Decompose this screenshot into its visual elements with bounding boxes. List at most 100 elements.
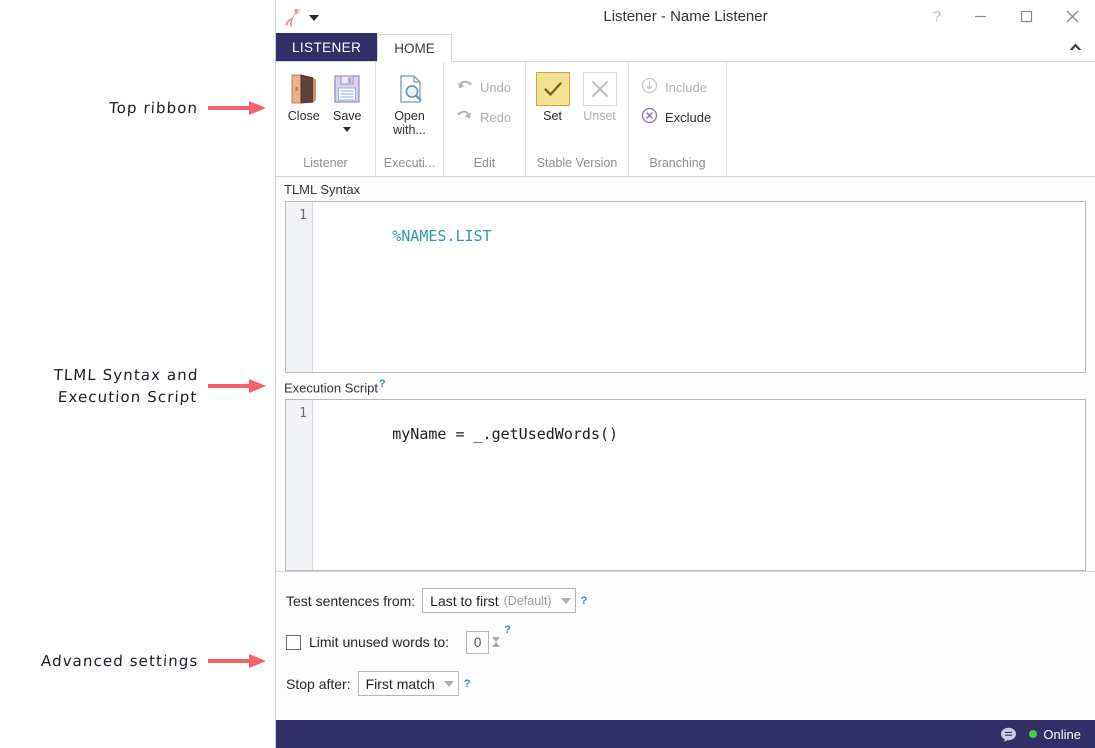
ribbon-group-label-execution: Executi... [383,156,436,170]
limit-unused-words-input[interactable]: 0 [466,630,490,654]
annotation-arrow-icon [208,379,266,393]
execution-script-pane-label: Execution Script? [276,373,1095,400]
advanced-settings-panel: Test sentences from: Last to first (Defa… [276,571,1095,720]
redo-arrow-icon [456,108,473,126]
application-window: Listener - Name Listener ? LISTENER HOME [275,0,1095,748]
circle-down-arrow-icon [641,77,658,97]
close-button[interactable] [1049,0,1095,33]
annotation-top-ribbon: Top ribbon [18,97,266,119]
ribbon-group-execution: Open with... Executi... [376,62,444,176]
stop-after-value: First match [365,675,435,692]
ribbon: Close Save Listener Open with... Executi… [276,61,1095,177]
annotation-label: Advanced settings [40,652,199,670]
close-button-label: Close [287,109,320,123]
ribbon-group-edit: Undo Redo Edit [444,62,526,176]
online-status-label: Online [1043,726,1081,742]
stop-after-row: Stop after: First match ? [286,671,1095,697]
main-content: TLML Syntax 1 %NAMES.LIST Execution Scri… [276,177,1095,720]
script-code-line: myName = _.getUsedWords() [392,425,619,444]
status-bar: Online [276,720,1095,748]
exclude-button[interactable]: Exclude [635,102,717,132]
annotation-label: TLML Syntax and Execution Script [53,366,200,406]
flamingo-icon[interactable] [283,6,305,28]
test-sentences-value-suffix: (Default) [503,593,552,608]
ribbon-group-label-listener: Listener [303,156,348,170]
test-sentences-value: Last to first [430,592,499,609]
tab-listener[interactable]: LISTENER [276,33,378,61]
online-status-dot-icon [1029,730,1038,738]
checkmark-icon [535,72,570,106]
stop-after-help-icon[interactable]: ? [464,678,471,690]
ribbon-group-listener: Close Save Listener [276,62,376,176]
limit-unused-words-checkbox[interactable] [286,634,301,650]
unset-button-label: Unset [583,109,616,123]
ribbon-group-label-stable-version: Stable Version [536,156,618,170]
tlml-code-line: %NAMES.LIST [392,227,492,245]
execution-script-editor[interactable]: 1 myName = _.getUsedWords() [285,399,1086,572]
execution-script-label-text: Execution Script [284,380,378,396]
stepper-down-icon[interactable] [492,637,501,659]
annotation-arrow-icon [208,101,266,115]
tlml-syntax-pane-label: TLML Syntax [276,177,1095,201]
quick-access-toolbar[interactable] [283,6,319,28]
limit-unused-words-stepper[interactable] [492,626,501,659]
execution-script-help-icon[interactable]: ? [379,378,386,390]
title-bar: Listener - Name Listener ? [276,0,1095,33]
ribbon-group-branching: Include Exclude Branching [629,62,727,176]
exclude-button-label: Exclude [665,109,712,125]
close-button-ribbon[interactable]: Close [282,66,326,123]
test-sentences-help-icon[interactable]: ? [581,595,588,607]
annotation-tlml-syntax-execution-script: TLML Syntax and Execution Script [18,364,266,408]
undo-arrow-icon [456,78,473,96]
redo-button[interactable]: Redo [450,102,517,132]
undo-button[interactable]: Undo [450,72,517,102]
annotation-advanced-settings: Advanced settings [18,650,266,672]
ribbon-tab-bar: LISTENER HOME [276,33,1095,62]
chevron-down-icon[interactable] [443,680,454,687]
tlml-syntax-editor[interactable]: 1 %NAMES.LIST [285,201,1086,373]
open-with-button-label: Open with... [393,109,426,137]
script-gutter: 1 [286,400,313,571]
tab-home[interactable]: HOME [377,34,452,62]
unset-button[interactable]: Unset [577,66,622,123]
limit-unused-words-label: Limit unused words to: [309,634,450,651]
annotation-label: Top ribbon [108,99,199,117]
door-icon [289,72,319,106]
set-button[interactable]: Set [532,66,573,123]
undo-button-label: Undo [480,79,512,95]
status-online[interactable]: Online [1029,727,1081,742]
save-button-ribbon[interactable]: Save [326,66,370,132]
test-sentences-row: Test sentences from: Last to first (Defa… [286,588,1095,614]
document-search-icon [395,72,425,106]
chevron-down-icon[interactable] [560,597,571,604]
test-sentences-label: Test sentences from: [286,592,416,609]
tlml-gutter: 1 [286,202,313,372]
chat-bubble-icon[interactable] [1000,727,1017,742]
ribbon-collapse-icon[interactable] [1068,33,1083,61]
include-button-label: Include [665,79,707,95]
help-button[interactable]: ? [917,0,957,33]
redo-button-label: Redo [480,109,512,125]
cross-icon [582,72,617,106]
save-button-label: Save [333,109,362,123]
ribbon-group-stable-version: Set Unset Stable Version [526,62,629,176]
save-dropdown-caret-icon[interactable] [343,127,352,132]
minimize-button[interactable] [957,0,1003,33]
limit-unused-words-help-icon[interactable]: ? [504,624,511,636]
annotation-arrow-icon [208,654,266,668]
maximize-button[interactable] [1003,0,1049,33]
test-sentences-dropdown[interactable]: Last to first (Default) [422,588,576,614]
window-controls: ? [917,0,1095,33]
stop-after-dropdown[interactable]: First match [357,671,459,697]
ribbon-group-label-branching: Branching [649,156,706,170]
tlml-code-area[interactable]: %NAMES.LIST [313,202,1085,372]
circle-x-icon [641,107,658,127]
limit-unused-words-row: Limit unused words to: 0 ? [286,624,1095,659]
open-with-button[interactable]: Open with... [382,66,437,137]
script-code-area[interactable]: myName = _.getUsedWords() [313,400,1085,570]
stop-after-label: Stop after: [286,675,351,692]
include-button[interactable]: Include [635,72,717,102]
tlml-syntax-label-text: TLML Syntax [284,182,361,197]
chevron-down-icon[interactable] [309,14,319,21]
floppy-disk-icon [332,72,362,106]
